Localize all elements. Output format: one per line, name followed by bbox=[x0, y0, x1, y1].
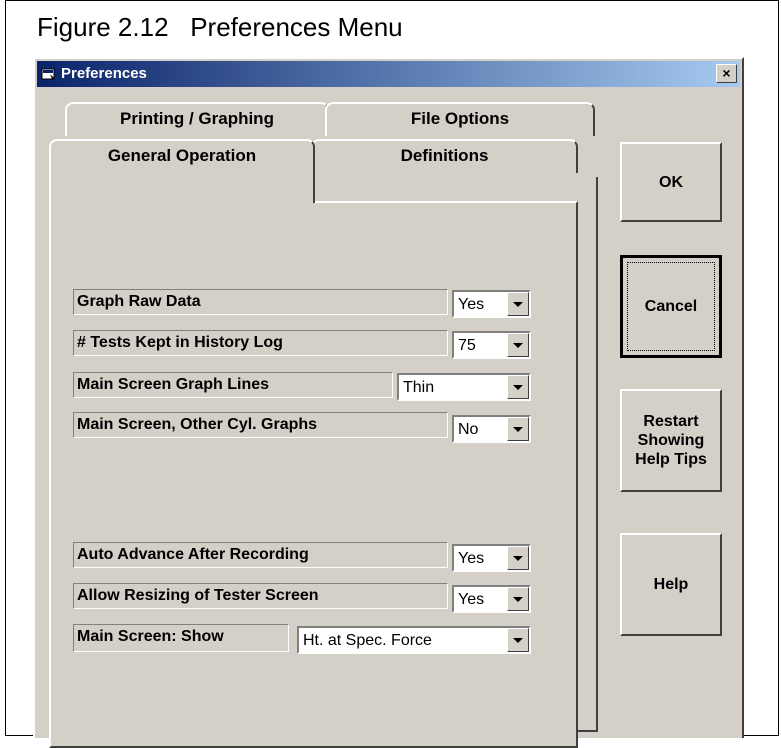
preferences-dialog: Preferences × Printing / Graphing File O… bbox=[33, 57, 744, 748]
focus-rectangle bbox=[627, 262, 715, 351]
auto-advance-value: Yes bbox=[458, 550, 485, 567]
close-icon: × bbox=[722, 65, 731, 81]
ok-button-label: OK bbox=[659, 173, 683, 191]
tab-panel-back bbox=[578, 177, 598, 732]
other-cyl-graphs-value: No bbox=[458, 421, 479, 438]
setting-label-graph-raw-data: Graph Raw Data bbox=[73, 289, 448, 315]
main-screen-graph-lines-value: Thin bbox=[403, 379, 435, 396]
general-operation-panel bbox=[49, 201, 578, 748]
window-title: Preferences bbox=[61, 65, 147, 82]
restart-help-tips-button[interactable]: Restart Showing Help Tips bbox=[620, 389, 722, 492]
restart-label-line-1: Restart bbox=[643, 413, 699, 430]
restart-label-line-3: Help Tips bbox=[635, 451, 707, 468]
chevron-down-icon[interactable] bbox=[507, 417, 529, 441]
close-button[interactable]: × bbox=[716, 64, 737, 83]
restart-label-line-2: Showing bbox=[637, 432, 705, 449]
setting-label-main-screen-show: Main Screen: Show bbox=[73, 624, 289, 652]
tests-kept-select[interactable]: 75 bbox=[452, 331, 531, 359]
tests-kept-value: 75 bbox=[458, 337, 476, 354]
chevron-down-icon[interactable] bbox=[507, 587, 529, 611]
help-button[interactable]: Help bbox=[620, 533, 722, 636]
graph-raw-data-select[interactable]: Yes bbox=[452, 290, 531, 318]
chevron-down-icon[interactable] bbox=[507, 333, 529, 357]
tab-file-options[interactable]: File Options bbox=[325, 102, 595, 136]
allow-resizing-select[interactable]: Yes bbox=[452, 585, 531, 613]
tab-general-operation[interactable]: General Operation bbox=[49, 139, 315, 203]
app-icon bbox=[41, 68, 55, 80]
graph-raw-data-value: Yes bbox=[458, 296, 485, 313]
setting-label-tests-kept: # Tests Kept in History Log bbox=[73, 330, 448, 356]
main-screen-show-select[interactable]: Ht. at Spec. Force bbox=[297, 626, 531, 654]
auto-advance-select[interactable]: Yes bbox=[452, 544, 531, 572]
setting-label-auto-advance: Auto Advance After Recording bbox=[73, 542, 448, 568]
main-screen-graph-lines-select[interactable]: Thin bbox=[397, 373, 531, 401]
chevron-down-icon[interactable] bbox=[507, 292, 529, 316]
ok-button[interactable]: OK bbox=[620, 142, 722, 222]
setting-label-allow-resizing: Allow Resizing of Tester Screen bbox=[73, 583, 448, 609]
tab-printing-graphing[interactable]: Printing / Graphing bbox=[65, 102, 329, 136]
allow-resizing-value: Yes bbox=[458, 591, 485, 608]
tab-definitions[interactable]: Definitions bbox=[311, 139, 578, 173]
setting-label-other-cyl-graphs: Main Screen, Other Cyl. Graphs bbox=[73, 412, 448, 438]
other-cyl-graphs-select[interactable]: No bbox=[452, 415, 531, 443]
title-bar[interactable]: Preferences × bbox=[37, 61, 740, 87]
chevron-down-icon[interactable] bbox=[507, 628, 529, 652]
chevron-down-icon[interactable] bbox=[507, 375, 529, 399]
setting-label-main-screen-graph-lines: Main Screen Graph Lines bbox=[73, 372, 393, 398]
cancel-button[interactable]: Cancel bbox=[620, 255, 722, 358]
chevron-down-icon[interactable] bbox=[507, 546, 529, 570]
figure-caption: Figure 2.12 Preferences Menu bbox=[37, 12, 403, 42]
help-button-label: Help bbox=[653, 576, 689, 593]
main-screen-show-value: Ht. at Spec. Force bbox=[303, 632, 432, 649]
